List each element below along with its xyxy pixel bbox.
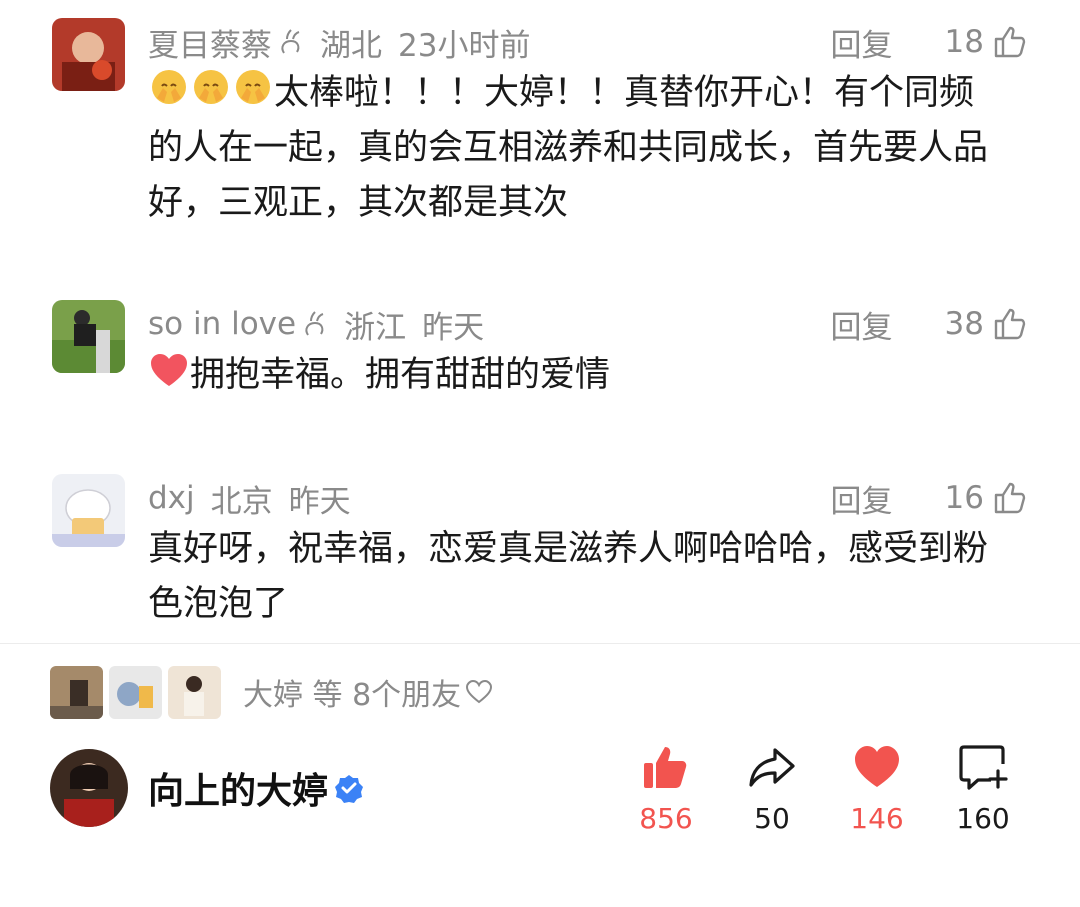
friends-liked-label: 大婷 等 8个朋友 — [243, 670, 493, 714]
comment-plus-icon — [959, 745, 1008, 790]
friends-liked-row[interactable]: 大婷 等 8个朋友 — [50, 664, 493, 720]
share-icon — [749, 748, 795, 787]
pray-hands-emoji — [236, 70, 270, 104]
reply-button[interactable]: 回复 — [831, 476, 893, 521]
like-count: 16 — [944, 480, 984, 516]
comment-meta: so in love 浙江 昨天 — [148, 302, 484, 346]
fan-badge-icon — [305, 311, 324, 336]
username[interactable]: 夏目蔡蔡 — [148, 20, 272, 65]
comment-count: 160 — [956, 802, 1010, 835]
thumbs-up-icon[interactable] — [992, 306, 1028, 342]
comment-text: 拥抱幸福。拥有甜甜的爱情 — [148, 348, 1038, 403]
author-row[interactable]: 向上的大婷 — [50, 748, 364, 828]
heart-filled-icon — [855, 746, 899, 787]
fan-badge-icon — [281, 29, 300, 54]
comment-line: 好，三观正，其次都是其次 — [148, 183, 569, 223]
pray-hands-emoji — [194, 70, 228, 104]
author-name[interactable]: 向上的大婷 — [148, 762, 328, 814]
comment-meta: 夏目蔡蔡 湖北 23小时前 — [148, 20, 530, 64]
avatar[interactable] — [52, 18, 125, 91]
region: 浙江 — [344, 309, 407, 346]
comment-line: 拥抱幸福。拥有甜甜的爱情 — [148, 348, 1038, 403]
favorite-button[interactable]: 146 — [827, 742, 927, 835]
avatar[interactable] — [52, 474, 125, 547]
share-count: 50 — [754, 802, 790, 835]
comment-line: 真好呀，祝幸福，恋爱真是滋养人啊哈哈哈，感受到粉 — [148, 529, 989, 569]
comment-line: 的人在一起，真的会互相滋养和共同成长，首先要人品 — [148, 128, 989, 168]
friend-avatar — [168, 665, 221, 719]
timestamp: 23小时前 — [398, 27, 531, 64]
comment-line-text: 太棒啦！！！大婷！！真替你开心！有个同频 — [274, 73, 975, 113]
comment-line-text: 拥抱幸福。拥有甜甜的爱情 — [190, 355, 611, 395]
friends-liked-text: 大婷 等 8个朋友 — [243, 678, 462, 713]
reply-button[interactable]: 回复 — [831, 302, 893, 347]
verified-badge-icon — [335, 775, 364, 803]
region: 北京 — [210, 483, 273, 520]
author-avatar[interactable] — [50, 749, 128, 827]
like-button[interactable]: 856 — [616, 742, 716, 835]
comment-actions: 回复 38 — [831, 302, 1028, 346]
thumbs-up-icon[interactable] — [992, 480, 1028, 516]
username[interactable]: so in love — [148, 306, 296, 342]
friend-avatar — [109, 665, 162, 719]
thumbs-up-icon[interactable] — [992, 24, 1028, 60]
avatar[interactable] — [52, 300, 125, 373]
comment-actions: 回复 16 — [831, 476, 1028, 520]
comment-line: 色泡泡了 — [148, 584, 289, 624]
username[interactable]: dxj — [148, 480, 195, 516]
share-button[interactable]: 50 — [722, 742, 822, 835]
pray-hands-emoji — [152, 70, 186, 104]
comment-line: 太棒啦！！！大婷！！真替你开心！有个同频 — [148, 66, 1038, 121]
timestamp: 昨天 — [288, 483, 351, 520]
divider — [0, 643, 1080, 644]
heart-emoji — [151, 354, 187, 386]
comment-text: 太棒啦！！！大婷！！真替你开心！有个同频 的人在一起，真的会互相滋养和共同成长，… — [148, 66, 1038, 231]
comment-meta: dxj 北京 昨天 — [148, 476, 351, 520]
reply-button[interactable]: 回复 — [831, 20, 893, 65]
comment-text: 真好呀，祝幸福，恋爱真是滋养人啊哈哈哈，感受到粉 色泡泡了 — [148, 522, 1038, 632]
favorite-count: 146 — [850, 802, 904, 835]
heart-outline-icon — [466, 679, 493, 704]
timestamp: 昨天 — [422, 309, 485, 346]
thumbs-up-filled-icon — [644, 747, 687, 788]
like-count: 856 — [639, 802, 693, 835]
region: 湖北 — [320, 27, 382, 64]
friend-avatar — [50, 665, 103, 719]
comment-button[interactable]: 160 — [933, 742, 1033, 835]
comment-actions: 回复 18 — [831, 20, 1028, 64]
like-count: 18 — [944, 24, 984, 60]
like-count: 38 — [944, 306, 984, 342]
